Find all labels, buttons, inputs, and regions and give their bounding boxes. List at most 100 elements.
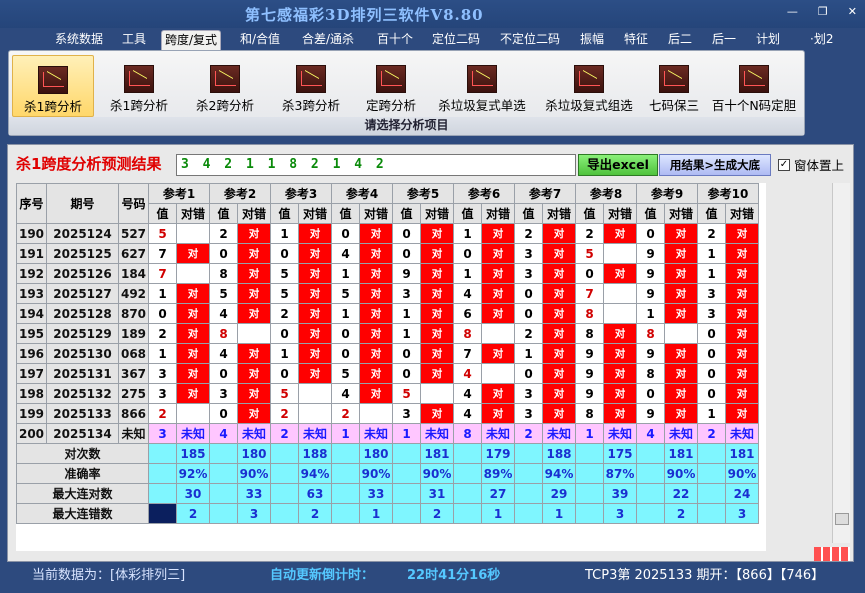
title-bar: 第七感福彩3D排列三软件V8.80 — ❐ ✕: [0, 0, 865, 28]
stats-value: 90%: [664, 463, 698, 484]
table-row[interactable]: 194 2025128 870 0 对 4 对 2 对 1 对 1 对 6 对 0 对 8 1 对 3 对: [16, 303, 759, 324]
menu-system-data[interactable]: 系统数据: [52, 30, 106, 50]
header-ref[interactable]: 参考3: [270, 183, 332, 204]
cell-hit: 对: [603, 323, 637, 344]
cell-value: 8: [636, 323, 665, 344]
export-excel-button[interactable]: 导出excel: [578, 154, 658, 176]
checkbox-mark[interactable]: ✓: [778, 158, 790, 171]
row-issue: 2025127: [46, 283, 119, 304]
cell-miss: [481, 363, 515, 384]
stats-blank: [270, 463, 299, 484]
cell-hit: 对: [298, 323, 332, 344]
pred-value: 4: [209, 423, 238, 444]
table-row[interactable]: 192 2025126 184 7 8 对 5 对 1 对 9 对 1 对 3 对 0 对 9 对 1 对: [16, 263, 759, 284]
cell-hit: 对: [664, 303, 698, 324]
ribbon-seven-keep-three[interactable]: 七码保三: [643, 55, 705, 117]
menu-sum[interactable]: 和/合值: [237, 30, 283, 50]
cell-hit: 对: [420, 343, 454, 364]
cell-value: 8: [575, 303, 604, 324]
header-ref[interactable]: 参考7: [514, 183, 576, 204]
cell-value: 5: [148, 223, 177, 244]
ribbon-junk-single[interactable]: 杀垃圾复式单选: [430, 55, 534, 117]
ribbon-kill3-span[interactable]: 杀3跨分析: [271, 55, 351, 117]
header-ref[interactable]: 参考2: [209, 183, 271, 204]
menu-plan[interactable]: 计划: [753, 30, 783, 50]
ribbon-kill1-span[interactable]: 杀1跨分析: [99, 55, 179, 117]
scroll-thumb[interactable]: [835, 513, 849, 525]
stats-value: 39: [603, 483, 637, 504]
row-seq: 192: [16, 263, 47, 284]
menu-plan2[interactable]: ·划2: [807, 30, 836, 50]
stats-value: 22: [664, 483, 698, 504]
header-ref[interactable]: 参考6: [453, 183, 515, 204]
menu-pos-two[interactable]: 定位二码: [429, 30, 483, 50]
pred-unknown: 未知: [298, 423, 332, 444]
cell-hit: 对: [481, 403, 515, 424]
cell-value: 0: [270, 323, 299, 344]
header-row: 序号 期号 号码 参考1 参考2 参考3 参考4 参考5 参考6 参考7 参考8 参考9 参考10: [16, 183, 759, 224]
header-ref[interactable]: 参考8: [575, 183, 637, 204]
menu-feature[interactable]: 特征: [621, 30, 651, 50]
cell-hit: 对: [603, 383, 637, 404]
pin-window-checkbox[interactable]: ✓ 窗体置上: [778, 155, 844, 174]
ribbon-kill2-span[interactable]: 杀2跨分析: [185, 55, 265, 117]
table-row[interactable]: 198 2025132 275 3 对 3 对 5 4 对 5 4 对 3 对 9 对 0 对 0 对: [16, 383, 759, 404]
ribbon-bsg-n-code[interactable]: 百十个N码定胆: [707, 55, 801, 117]
menu-span-compound[interactable]: 跨度/复式: [161, 30, 222, 50]
cell-miss: [603, 303, 637, 324]
ribbon-fixed-span[interactable]: 定跨分析: [355, 55, 427, 117]
pred-unknown: 未知: [359, 423, 393, 444]
stats-value: 1: [542, 503, 576, 524]
stats-blank: [697, 443, 726, 464]
cell-hit: 对: [176, 363, 210, 384]
menu-bsg[interactable]: 百十个: [374, 30, 416, 50]
table-row[interactable]: 191 2025125 627 7 对 0 对 0 对 4 对 0 对 0 对 3 对 5 9 对 1 对: [16, 243, 759, 264]
prediction-row[interactable]: 200 2025134 未知 3 未知 4 未知 2 未知 1 未知 1 未知 8 未知 2 未知 1 未知 4 未知 2…: [16, 423, 759, 444]
analysis-table: 序号 期号 号码 参考1 参考2 参考3 参考4 参考5 参考6 参考7 参考8 参考9 参考10 值对错…: [16, 183, 759, 524]
menu-amplitude[interactable]: 振幅: [577, 30, 607, 50]
cell-hit: 对: [359, 223, 393, 244]
maximize-button[interactable]: ❐: [818, 5, 828, 18]
table-row[interactable]: 195 2025129 189 2 对 8 0 对 0 对 1 对 8 2 对 8 对 8 0 对: [16, 323, 759, 344]
subheader-value: 值: [514, 203, 543, 224]
cell-value: 5: [331, 363, 360, 384]
table-row[interactable]: 199 2025133 866 2 0 对 2 2 3 对 4 对 3 对 8 对 9 对 1 对: [16, 403, 759, 424]
vertical-scrollbar[interactable]: [832, 183, 850, 543]
countdown-label: 自动更新倒计时：: [270, 568, 375, 583]
result-field[interactable]: 3 4 2 1 1 8 2 1 4 2: [176, 154, 576, 176]
ribbon-kill1-span-selected[interactable]: 杀1跨分析: [12, 55, 94, 117]
generate-base-button[interactable]: 用结果>生成大底: [659, 154, 771, 176]
cell-hit: 对: [725, 283, 759, 304]
stats-value: 3: [725, 503, 759, 524]
cell-value: 0: [697, 323, 726, 344]
cell-value: 9: [636, 283, 665, 304]
stats-value: 29: [542, 483, 576, 504]
minimize-button[interactable]: —: [787, 5, 798, 18]
header-ref[interactable]: 参考10: [697, 183, 759, 204]
table-row[interactable]: 197 2025131 367 3 对 0 对 0 对 5 对 0 对 4 0 对 9 对 8 对 0 对: [16, 363, 759, 384]
cell-miss: [603, 243, 637, 264]
menu-last-one[interactable]: 后一: [709, 30, 739, 50]
table-row[interactable]: 190 2025124 527 5 2 对 1 对 0 对 0 对 1 对 2 对 2 对 0 对 2 对: [16, 223, 759, 244]
menu-last-two[interactable]: 后二: [665, 30, 695, 50]
menu-nonpos-two[interactable]: 不定位二码: [497, 30, 563, 50]
cell-miss: [481, 323, 515, 344]
close-button[interactable]: ✕: [848, 5, 857, 18]
header-ref[interactable]: 参考1: [148, 183, 210, 204]
stats-value: 188: [298, 443, 332, 464]
cell-value: 4: [453, 283, 482, 304]
ribbon-junk-group[interactable]: 杀垃圾复式组选: [537, 55, 641, 117]
header-ref[interactable]: 参考4: [331, 183, 393, 204]
header-ref[interactable]: 参考5: [392, 183, 454, 204]
chart-icon: [296, 65, 326, 93]
cell-value: 0: [697, 383, 726, 404]
table-row[interactable]: 193 2025127 492 1 对 5 对 5 对 5 对 3 对 4 对 0 对 7 9 对 3 对: [16, 283, 759, 304]
cell-value: 1: [453, 223, 482, 244]
header-ref[interactable]: 参考9: [636, 183, 698, 204]
cell-value: 2: [209, 223, 238, 244]
menu-diff-kill[interactable]: 合差/通杀: [299, 30, 357, 50]
menu-tools[interactable]: 工具: [119, 30, 149, 50]
table-row[interactable]: 196 2025130 068 1 对 4 对 1 对 0 对 0 对 7 对 1 对 9 对 9 对 0 对: [16, 343, 759, 364]
cell-value: 5: [575, 243, 604, 264]
cell-hit: 对: [481, 263, 515, 284]
